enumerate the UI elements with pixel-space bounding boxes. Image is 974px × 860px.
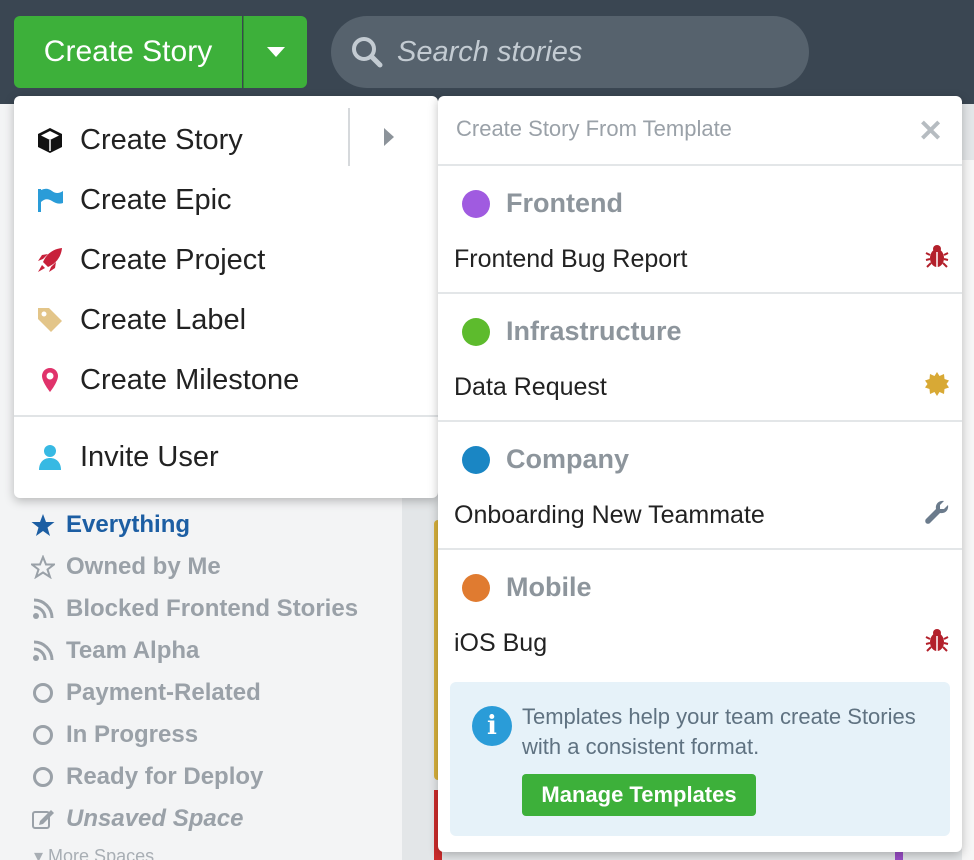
template-item-onboarding-new-teammate[interactable]: Onboarding New Teammate <box>454 496 950 534</box>
user-icon <box>36 442 64 472</box>
template-group-name: Company <box>506 444 630 474</box>
template-group-name: Frontend <box>506 188 623 218</box>
caret-down-icon: ▾ <box>34 846 49 860</box>
space-item-label: Owned by Me <box>66 553 221 580</box>
menu-item-label: Invite User <box>80 440 219 473</box>
template-group-name: Mobile <box>506 572 592 602</box>
menu-item-label: Create Epic <box>80 183 232 216</box>
space-item-owned-by-me[interactable]: Owned by Me <box>30 546 358 588</box>
menu-item-create-milestone[interactable]: Create Milestone <box>14 350 438 410</box>
space-item-label: Ready for Deploy <box>66 763 264 790</box>
template-group-mobile: Mobile iOS Bug <box>438 550 962 678</box>
template-group-infrastructure: Infrastructure Data Request <box>438 294 962 422</box>
menu-divider <box>14 415 438 417</box>
menu-item-label: Create Milestone <box>80 363 300 396</box>
template-group-header: Infrastructure <box>462 316 682 347</box>
menu-item-create-story[interactable]: Create Story <box>14 110 438 170</box>
template-group-name: Infrastructure <box>506 316 682 346</box>
space-item-label: In Progress <box>66 721 199 748</box>
space-item-blocked-frontend-stories[interactable]: Blocked Frontend Stories <box>30 588 358 630</box>
space-item-in-progress[interactable]: In Progress <box>30 714 358 756</box>
badge-icon <box>924 371 950 404</box>
bug-icon <box>924 243 950 276</box>
menu-item-create-label[interactable]: Create Label <box>14 290 438 350</box>
template-item-label: Data Request <box>454 372 607 401</box>
feed-icon <box>30 640 56 662</box>
template-group-header: Frontend <box>462 188 623 219</box>
template-panel-header: Create Story From Template ✕ <box>438 96 962 166</box>
manage-templates-button[interactable]: Manage Templates <box>522 774 756 816</box>
info-icon: i <box>472 706 512 746</box>
create-story-button-label: Create Story <box>43 35 213 68</box>
create-menu: Create Story Create Epic Create Project … <box>14 96 438 498</box>
tag-icon <box>36 305 64 335</box>
submenu-arrow-icon[interactable] <box>384 128 394 146</box>
space-item-label: Unsaved Space <box>66 805 244 832</box>
create-story-button[interactable]: Create Story <box>14 16 242 88</box>
group-color-dot <box>462 317 490 346</box>
space-item-everything[interactable]: Everything <box>30 504 358 546</box>
search-bar[interactable] <box>331 16 809 88</box>
space-item-label: Team Alpha <box>66 637 200 664</box>
space-item-label: Payment-Related <box>66 679 261 706</box>
templates-info-text: Templates help your team create Stories … <box>522 704 916 759</box>
space-item-ready-for-deploy[interactable]: Ready for Deploy <box>30 756 358 798</box>
template-item-label: Frontend Bug Report <box>454 244 688 273</box>
space-item-label: Blocked Frontend Stories <box>66 595 359 622</box>
template-item-frontend-bug-report[interactable]: Frontend Bug Report <box>454 240 950 278</box>
space-item-label: Everything <box>66 511 191 538</box>
more-spaces-toggle[interactable]: ▾ More Spaces <box>34 846 154 860</box>
template-group-frontend: Frontend Frontend Bug Report <box>438 166 962 294</box>
circle-icon <box>30 767 56 787</box>
menu-item-label: Create Story <box>80 123 243 156</box>
circle-icon <box>30 683 56 703</box>
space-item-team-alpha[interactable]: Team Alpha <box>30 630 358 672</box>
manage-templates-label: Manage Templates <box>541 782 737 807</box>
story-column-edge <box>962 160 974 860</box>
template-item-label: iOS Bug <box>454 628 548 657</box>
space-item-payment-related[interactable]: Payment-Related <box>30 672 358 714</box>
circle-icon <box>30 725 56 745</box>
top-bar: Create Story <box>0 0 974 104</box>
menu-item-invite-user[interactable]: Invite User <box>14 427 438 487</box>
create-menu-toggle[interactable] <box>243 16 307 88</box>
submenu-divider <box>348 108 350 166</box>
search-icon <box>352 37 383 68</box>
menu-item-create-project[interactable]: Create Project <box>14 230 438 290</box>
flag-icon <box>36 185 64 215</box>
search-input[interactable] <box>397 35 797 69</box>
edit-icon <box>30 807 56 831</box>
close-icon[interactable]: ✕ <box>918 114 943 149</box>
template-panel-title: Create Story From Template <box>456 116 732 141</box>
menu-item-label: Create Project <box>80 243 266 276</box>
spaces-list: Everything Owned by Me Blocked Frontend … <box>30 504 358 840</box>
cube-icon <box>36 125 64 155</box>
feed-icon <box>30 598 56 620</box>
star-outline-icon <box>30 555 56 579</box>
template-panel: Create Story From Template ✕ Frontend Fr… <box>438 96 962 852</box>
template-item-ios-bug[interactable]: iOS Bug <box>454 624 950 662</box>
rocket-icon <box>36 245 64 275</box>
group-color-dot <box>462 189 490 218</box>
template-group-header: Company <box>462 444 629 475</box>
map-pin-icon <box>36 365 64 395</box>
chevron-down-icon <box>266 47 285 57</box>
template-group-company: Company Onboarding New Teammate <box>438 422 962 550</box>
template-item-label: Onboarding New Teammate <box>454 500 765 529</box>
menu-item-label: Create Label <box>80 303 247 336</box>
templates-info-box: i Templates help your team create Storie… <box>450 682 950 836</box>
template-item-data-request[interactable]: Data Request <box>454 368 950 406</box>
bug-icon <box>924 627 950 660</box>
menu-item-create-epic[interactable]: Create Epic <box>14 170 438 230</box>
wrench-icon <box>924 499 950 532</box>
group-color-dot <box>462 445 490 474</box>
template-group-header: Mobile <box>462 572 592 603</box>
space-item-unsaved-space[interactable]: Unsaved Space <box>30 798 358 840</box>
group-color-dot <box>462 573 490 602</box>
star-filled-icon <box>30 513 56 537</box>
more-spaces-label: More Spaces <box>48 846 155 860</box>
